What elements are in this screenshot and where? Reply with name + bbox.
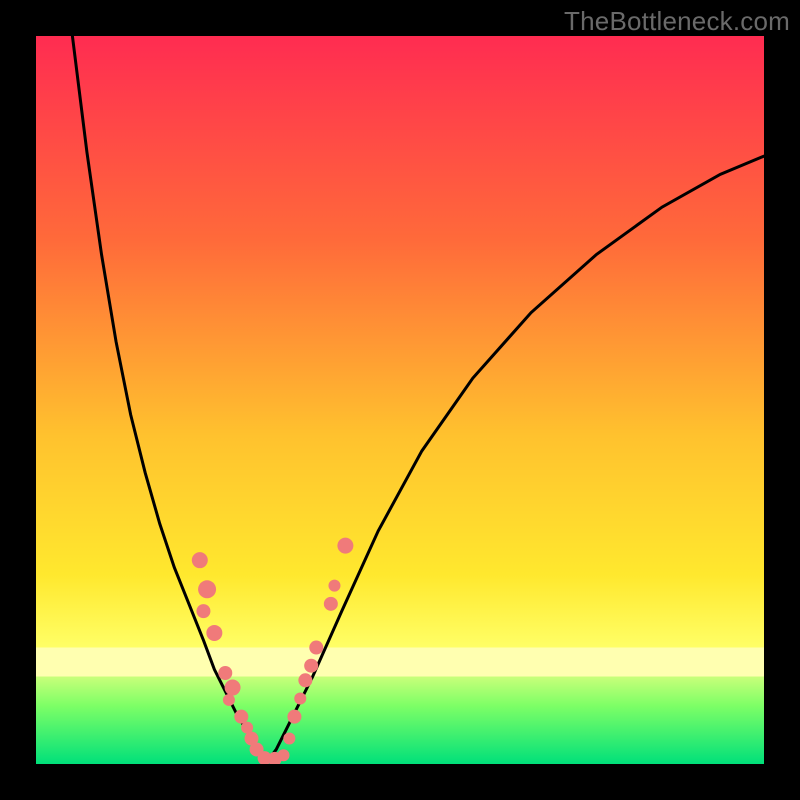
data-point	[294, 692, 306, 704]
bottleneck-curve-chart	[36, 36, 764, 764]
data-point	[328, 580, 340, 592]
data-point	[278, 749, 290, 761]
gradient-background	[36, 36, 764, 764]
data-point	[283, 733, 295, 745]
data-point	[337, 538, 353, 554]
data-point	[287, 710, 301, 724]
data-point	[206, 625, 222, 641]
data-point	[324, 597, 338, 611]
data-point	[218, 666, 232, 680]
data-point	[304, 659, 318, 673]
data-point	[192, 552, 208, 568]
data-point	[225, 680, 241, 696]
chart-container: TheBottleneck.com	[0, 0, 800, 800]
data-point	[223, 694, 235, 706]
plot-area	[36, 36, 764, 764]
watermark-text: TheBottleneck.com	[564, 6, 790, 37]
data-point	[309, 641, 323, 655]
data-point	[234, 710, 248, 724]
data-point	[196, 604, 210, 618]
data-point	[198, 580, 216, 598]
data-point	[298, 673, 312, 687]
